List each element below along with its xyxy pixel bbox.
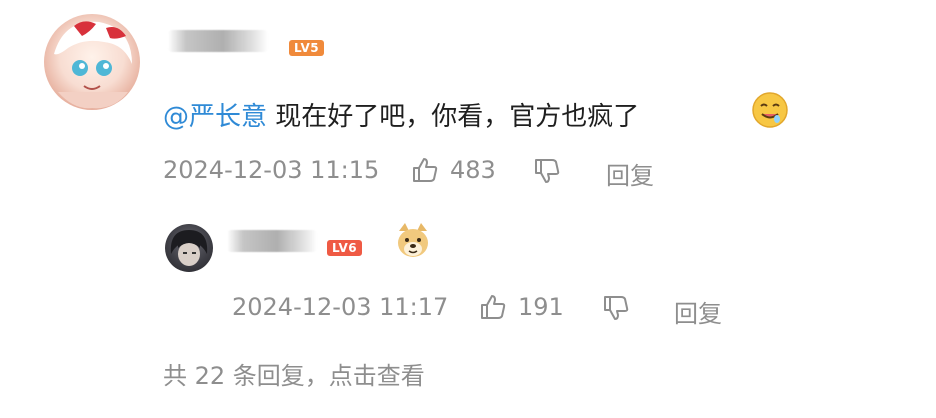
dislike-button[interactable] bbox=[532, 156, 562, 186]
thumbs-down-icon bbox=[535, 159, 560, 183]
reply-username[interactable] bbox=[227, 230, 317, 252]
thumbs-down-icon bbox=[604, 296, 629, 320]
reply-dislike-button[interactable] bbox=[601, 293, 631, 323]
like-button[interactable]: 483 bbox=[410, 155, 496, 185]
dark-haired-avatar-icon bbox=[170, 230, 208, 266]
thumbs-up-icon bbox=[413, 158, 438, 182]
drooling-face-emoji-icon bbox=[750, 90, 790, 130]
username[interactable] bbox=[168, 30, 268, 52]
thumbs-up-icon bbox=[481, 295, 506, 319]
anime-avatar-icon bbox=[54, 21, 132, 109]
reply-reply-button[interactable]: 回复 bbox=[674, 294, 722, 329]
view-all-replies-link[interactable]: 共 22 条回复，点击查看 bbox=[163, 356, 425, 391]
reply-button[interactable]: 回复 bbox=[606, 156, 654, 191]
reply-level-badge: LV6 bbox=[327, 240, 363, 256]
mention-link[interactable]: @严长意 bbox=[163, 102, 267, 132]
reply-timestamp: 2024-12-03 11:17 bbox=[232, 293, 449, 321]
level-badge: LV5 bbox=[289, 40, 325, 56]
avatar[interactable] bbox=[44, 14, 140, 110]
comment-body: 现在好了吧，你看，官方也疯了 bbox=[267, 102, 640, 132]
reply-avatar[interactable] bbox=[165, 224, 213, 272]
like-count: 483 bbox=[450, 156, 496, 184]
reply-like-button[interactable]: 191 bbox=[478, 292, 564, 322]
timestamp: 2024-12-03 11:15 bbox=[163, 156, 380, 184]
comment-text: @严长意 现在好了吧，你看，官方也疯了 bbox=[163, 96, 639, 133]
doge-sticker-icon bbox=[393, 221, 433, 261]
reply-like-count: 191 bbox=[518, 293, 564, 321]
